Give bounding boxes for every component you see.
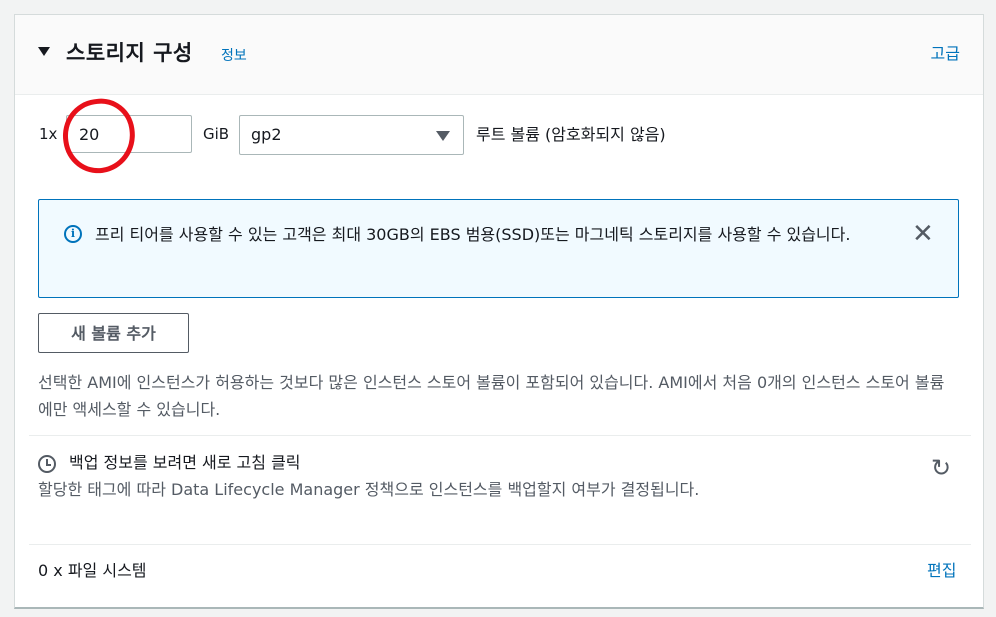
dropdown-arrow-icon [436, 131, 450, 141]
divider [29, 544, 971, 545]
alert-message: 프리 티어를 사용할 수 있는 고객은 최대 30GB의 EBS 범용(SSD)… [95, 225, 851, 244]
refresh-icon[interactable]: ↻ [931, 453, 951, 483]
collapse-caret-icon[interactable] [38, 47, 50, 56]
close-icon[interactable]: ✕ [912, 217, 934, 251]
volume-type-select[interactable]: gp2 [239, 115, 464, 155]
root-volume-label: 루트 볼륨 (암호화되지 않음) [476, 125, 666, 144]
info-icon: i [64, 225, 82, 243]
free-tier-alert: i 프리 티어를 사용할 수 있는 고객은 최대 30GB의 EBS 범용(SS… [38, 199, 959, 298]
file-systems-label: 0 x 파일 시스템 [38, 561, 147, 580]
add-volume-button[interactable]: 새 볼륨 추가 [38, 313, 189, 353]
backup-description: 할당한 태그에 따라 Data Lifecycle Manager 정책으로 인… [38, 480, 700, 499]
volume-multiplier: 1x [39, 125, 58, 143]
info-link[interactable]: 정보 [221, 45, 247, 65]
storage-config-panel: 스토리지 구성 정보 고급 1x GiB gp2 루트 볼륨 (암호화되지 않음… [14, 14, 984, 609]
divider [29, 435, 971, 436]
volume-size-input[interactable] [66, 115, 192, 153]
root-volume-row: 1x GiB gp2 루트 볼륨 (암호화되지 않음) [15, 94, 983, 178]
volume-type-value: gp2 [251, 125, 282, 144]
clock-icon [38, 455, 56, 473]
size-unit-label: GiB [203, 125, 230, 143]
advanced-link[interactable]: 고급 [931, 40, 960, 64]
edit-file-systems-link[interactable]: 편집 [927, 557, 956, 581]
page-title: 스토리지 구성 [66, 41, 193, 65]
panel-header: 스토리지 구성 정보 고급 [15, 15, 983, 95]
ami-note: 선택한 AMI에 인스턴스가 허용하는 것보다 많은 인스턴스 스토어 볼륨이 … [38, 373, 945, 419]
backup-title: 백업 정보를 보려면 새로 고침 클릭 [69, 453, 301, 472]
